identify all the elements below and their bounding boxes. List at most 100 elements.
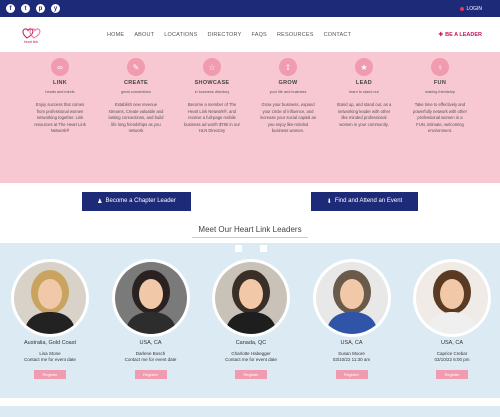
nav-menu: HOME ABOUT LOCATIONS DIRECTORY FAQS RESO… — [107, 32, 351, 38]
leader-event: Contact me for event date — [124, 357, 177, 362]
register-button[interactable]: Register — [436, 370, 468, 379]
feature-title: GROW — [278, 80, 298, 86]
leader-event: Contact me for event date — [24, 357, 76, 362]
create-icon: ✎ — [127, 58, 145, 76]
login-label: LOGIN — [466, 5, 482, 12]
register-button[interactable]: Register — [34, 370, 66, 379]
leaders-carousel: Australia, Gold Coast Lisa Stone Contact… — [0, 243, 500, 398]
leader-location: USA, CA — [340, 340, 363, 346]
leader-photo[interactable] — [111, 259, 190, 337]
heart-logo-icon — [22, 27, 41, 39]
leader-event: 03/10/22 11:30 am — [332, 357, 371, 362]
register-button[interactable]: Register — [335, 370, 368, 379]
feature-subtitle: in business directory — [194, 90, 230, 94]
feature-showcase: ☆ SHOWCASE in business directory Become … — [184, 58, 240, 183]
footer-strip — [0, 406, 500, 417]
leader-event: 03/10/22 6:00 pm — [434, 357, 470, 362]
leader-card: USA, CA Susan Moore 03/10/22 11:30 am Re… — [312, 259, 391, 379]
leader-name: Darlene Bosch — [135, 351, 166, 356]
feature-body: Take time to effectively and powerfully … — [413, 102, 467, 133]
avatar — [14, 262, 86, 334]
feature-title: FUN — [433, 80, 447, 86]
be-a-leader-label: BE A LEADER — [445, 31, 482, 38]
section-title: Meet Our Heart Link Leaders — [198, 224, 302, 234]
feature-title: CREATE — [123, 80, 148, 86]
nav-resources[interactable]: RESOURCES — [277, 32, 314, 38]
user-icon — [460, 6, 465, 11]
leader-photo[interactable] — [11, 259, 89, 337]
facebook-icon[interactable]: f — [6, 4, 15, 13]
login-link[interactable]: LOGIN — [460, 6, 494, 12]
nav-contact[interactable]: CONTACT — [324, 32, 352, 38]
register-button[interactable]: Register — [235, 370, 267, 379]
leader-name: Caprice Crebar — [436, 351, 468, 356]
leader-icon: ✚ — [438, 31, 444, 38]
feature-subtitle: great connections — [121, 90, 151, 94]
top-bar: f t p y LOGIN — [0, 0, 500, 17]
leader-card: USA, CA Caprice Crebar 03/10/22 6:00 pm … — [413, 259, 491, 379]
features-section: ∞ LINK hearts and minds Enjoy success th… — [0, 52, 500, 183]
feature-subtitle: hearts and minds — [45, 90, 75, 94]
leader-name: Lisa Stone — [39, 351, 61, 356]
nav-home[interactable]: HOME — [107, 32, 124, 38]
avatar — [215, 262, 287, 334]
feature-body: Enjoy success that comes from profession… — [34, 102, 86, 133]
be-a-leader-link[interactable]: ✚ BE A LEADER — [439, 32, 482, 38]
action-buttons: ♟ Become a Chapter Leader ⬇ Find and Att… — [0, 183, 500, 219]
leader-card: USA, CA Darlene Bosch Contact me for eve… — [111, 259, 190, 379]
nav-directory[interactable]: DIRECTORY — [207, 32, 241, 38]
feature-lead: ★ LEAD learn to stand out Stand up, and … — [336, 58, 392, 183]
feature-title: LINK — [52, 80, 68, 86]
leader-card: Canada, QC Charlotte Habegger Contact me… — [212, 259, 290, 379]
leader-name: Charlotte Habegger — [231, 351, 271, 356]
feature-grow: ⇧ GROW your life and business Grow your … — [260, 58, 316, 183]
carousel-next[interactable] — [260, 245, 267, 252]
leader-location: Canada, QC — [235, 340, 267, 346]
leader-card: Australia, Gold Coast Lisa Stone Contact… — [11, 259, 89, 379]
person-icon: ♟ — [97, 198, 103, 205]
logo-text: heart link — [23, 39, 39, 44]
avatar — [416, 262, 488, 334]
feature-subtitle: your life and business — [269, 90, 307, 94]
leader-photo[interactable] — [212, 259, 290, 337]
feature-body: Establish new revenue streams, Create va… — [108, 102, 164, 133]
become-chapter-leader-button[interactable]: ♟ Become a Chapter Leader — [82, 191, 191, 211]
nav-faqs[interactable]: FAQS — [251, 32, 266, 38]
leader-location: USA, CA — [139, 340, 162, 346]
feature-title: SHOWCASE — [194, 80, 230, 86]
avatar — [315, 262, 388, 334]
register-button[interactable]: Register — [134, 370, 167, 379]
feature-subtitle: making friendship — [425, 90, 455, 94]
fun-icon: ♀ — [431, 58, 449, 76]
main-nav: heart link HOME ABOUT LOCATIONS DIRECTOR… — [0, 17, 500, 52]
leader-photo[interactable] — [413, 259, 491, 337]
feature-body: Stand up, and stand out, as a networking… — [336, 102, 392, 127]
nav-locations[interactable]: LOCATIONS — [164, 32, 197, 38]
title-underline — [192, 236, 308, 238]
leader-event: Contact me for event date — [225, 357, 277, 362]
avatar — [114, 262, 187, 334]
leader-location: Australia, Gold Coast — [24, 340, 76, 346]
leader-name: Susan Moore — [338, 351, 365, 356]
site-logo[interactable]: heart link — [18, 22, 44, 48]
leader-photo[interactable] — [312, 259, 391, 337]
feature-link: ∞ LINK hearts and minds Enjoy success th… — [32, 58, 88, 183]
chapter-leader-label: Become a Chapter Leader — [105, 198, 176, 204]
feature-title: LEAD — [355, 80, 373, 86]
grow-icon: ⇧ — [279, 58, 297, 76]
nav-about[interactable]: ABOUT — [134, 32, 154, 38]
youtube-icon[interactable]: y — [51, 4, 60, 13]
find-event-label: Find and Attend an Event — [334, 198, 403, 204]
twitter-icon[interactable]: t — [21, 4, 30, 13]
leader-list: Australia, Gold Coast Lisa Stone Contact… — [0, 259, 500, 379]
find-event-button[interactable]: ⬇ Find and Attend an Event — [311, 191, 418, 211]
social-icons: f t p y — [6, 4, 60, 13]
link-icon: ∞ — [51, 58, 69, 76]
leaders-heading: Meet Our Heart Link Leaders — [0, 219, 500, 243]
feature-subtitle: learn to stand out — [349, 90, 379, 94]
carousel-controls — [235, 245, 267, 252]
feature-fun: ♀ FUN making friendship Take time to eff… — [412, 58, 468, 183]
showcase-icon: ☆ — [203, 58, 221, 76]
carousel-prev[interactable] — [235, 245, 242, 252]
pinterest-icon[interactable]: p — [36, 4, 45, 13]
